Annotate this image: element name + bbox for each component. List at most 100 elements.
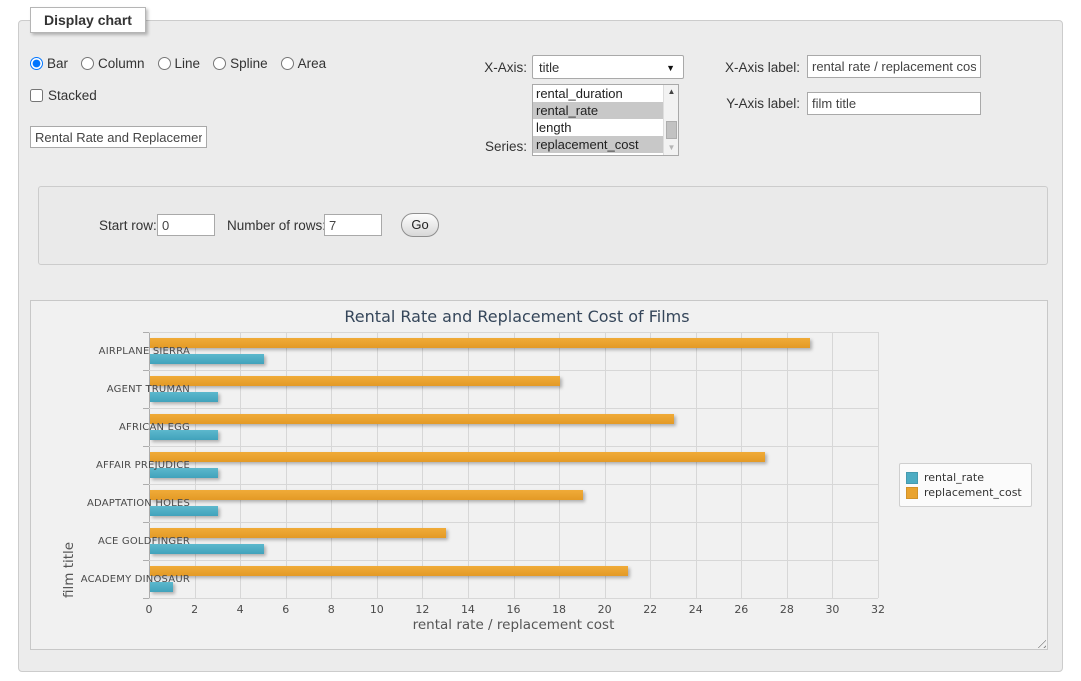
gridline [787, 332, 788, 598]
y-axis-title: film title [61, 332, 77, 598]
scroll-up-icon[interactable]: ▲ [664, 85, 679, 99]
legend-label: rental_rate [924, 471, 984, 484]
gridline [149, 484, 878, 485]
chart-title: Rental Rate and Replacement Cost of Film… [31, 307, 1003, 326]
bar-replacement_cost [150, 566, 628, 576]
x-axis-select-value: title [539, 60, 559, 75]
gridline [149, 560, 878, 561]
series-listbox[interactable]: rental_durationrental_ratelengthreplacem… [532, 84, 679, 156]
legend-swatch-icon [906, 487, 918, 499]
series-option-length[interactable]: length [533, 119, 663, 136]
x-axis-title: rental rate / replacement cost [413, 617, 615, 633]
gridline [878, 332, 879, 598]
series-listbox-label: Series: [430, 139, 527, 154]
x-tick-label: 12 [405, 603, 439, 616]
start-row-input[interactable] [157, 214, 215, 236]
gridline [149, 598, 878, 599]
gridline [149, 408, 878, 409]
x-tick-label: 20 [588, 603, 622, 616]
gridline [605, 332, 606, 598]
gridline [650, 332, 651, 598]
category-label: AGENT TRUMAN [31, 370, 198, 408]
x-tick-label: 8 [314, 603, 348, 616]
x-tick-label: 22 [633, 603, 667, 616]
x-axis-select-label: X-Axis: [430, 60, 527, 75]
x-tick-label: 10 [360, 603, 394, 616]
category-label: AIRPLANE SIERRA [31, 332, 198, 370]
scrollbar-thumb[interactable] [666, 121, 677, 139]
chart-type-radio-label[interactable]: Column [98, 56, 145, 71]
y-axis-label-input[interactable] [807, 92, 981, 115]
rows-panel: Start row: Number of rows: Go [38, 186, 1048, 265]
category-label: ACE GOLDFINGER [31, 522, 198, 560]
listbox-scrollbar[interactable]: ▲ ▼ [663, 85, 678, 155]
chart-type-radio-area[interactable] [281, 57, 294, 70]
chart-type-radio-group: Bar Column Line Spline Area [30, 56, 339, 71]
series-option-rental_duration[interactable]: rental_duration [533, 85, 663, 102]
x-tick-label: 28 [770, 603, 804, 616]
gridline [240, 332, 241, 598]
x-tick-label: 6 [269, 603, 303, 616]
x-axis-label-input[interactable] [807, 55, 981, 78]
gridline [422, 332, 423, 598]
gridline [696, 332, 697, 598]
legend-label: replacement_cost [924, 486, 1022, 499]
gridline [149, 446, 878, 447]
resize-handle-icon[interactable] [1034, 636, 1046, 648]
series-option-replacement_cost[interactable]: replacement_cost [533, 136, 663, 153]
x-tick-label: 0 [132, 603, 166, 616]
chart-container: Rental Rate and Replacement Cost of Film… [30, 300, 1048, 650]
category-label: AFFAIR PREJUDICE [31, 446, 198, 484]
x-tick-label: 26 [724, 603, 758, 616]
gridline [559, 332, 560, 598]
gridline [149, 370, 878, 371]
stacked-row: Stacked [30, 88, 97, 103]
chart-type-radio-label[interactable]: Bar [47, 56, 68, 71]
legend-item[interactable]: rental_rate [906, 471, 1022, 484]
bar-replacement_cost [150, 414, 674, 424]
stacked-checkbox[interactable] [30, 89, 43, 102]
chevron-down-icon: ▼ [666, 63, 675, 73]
category-label: AFRICAN EGG [31, 408, 198, 446]
page: Display chart Bar Column Line Spline Area St… [0, 0, 1081, 681]
gridline [468, 332, 469, 598]
gridline [377, 332, 378, 598]
gridline [149, 332, 878, 333]
y-tick [143, 598, 149, 599]
chart-type-radio-spline[interactable] [213, 57, 226, 70]
chart-type-radio-bar[interactable] [30, 57, 43, 70]
legend-item[interactable]: replacement_cost [906, 486, 1022, 499]
series-options: rental_durationrental_ratelengthreplacem… [533, 85, 663, 153]
num-rows-label: Number of rows: [227, 218, 326, 233]
scroll-down-icon[interactable]: ▼ [664, 141, 679, 155]
num-rows-input[interactable] [324, 214, 382, 236]
legend-swatch-icon [906, 472, 918, 484]
category-label: ACADEMY DINOSAUR [31, 560, 198, 598]
fieldset-legend: Display chart [30, 7, 146, 33]
x-tick-label: 18 [542, 603, 576, 616]
chart-type-radio-label[interactable]: Line [175, 56, 201, 71]
x-tick-label: 2 [178, 603, 212, 616]
gridline [331, 332, 332, 598]
x-tick-label: 32 [861, 603, 895, 616]
gridline [149, 522, 878, 523]
start-row-label: Start row: [99, 218, 157, 233]
x-tick-label: 24 [679, 603, 713, 616]
chart-type-radio-label[interactable]: Spline [230, 56, 268, 71]
bar-replacement_cost [150, 490, 583, 500]
x-tick-label: 30 [815, 603, 849, 616]
chart-type-radio-label[interactable]: Area [298, 56, 327, 71]
chart-type-radio-column[interactable] [81, 57, 94, 70]
plot-area [149, 332, 878, 598]
category-label: ADAPTATION HOLES [31, 484, 198, 522]
bar-replacement_cost [150, 376, 560, 386]
chart-type-radio-line[interactable] [158, 57, 171, 70]
stacked-label: Stacked [48, 88, 97, 103]
chart-title-input[interactable] [30, 126, 207, 148]
gridline [514, 332, 515, 598]
y-axis-label-caption: Y-Axis label: [700, 96, 800, 111]
series-option-rental_rate[interactable]: rental_rate [533, 102, 663, 119]
x-axis-label-caption: X-Axis label: [700, 60, 800, 75]
x-axis-select[interactable]: title ▼ [532, 55, 684, 79]
go-button[interactable]: Go [401, 213, 439, 237]
